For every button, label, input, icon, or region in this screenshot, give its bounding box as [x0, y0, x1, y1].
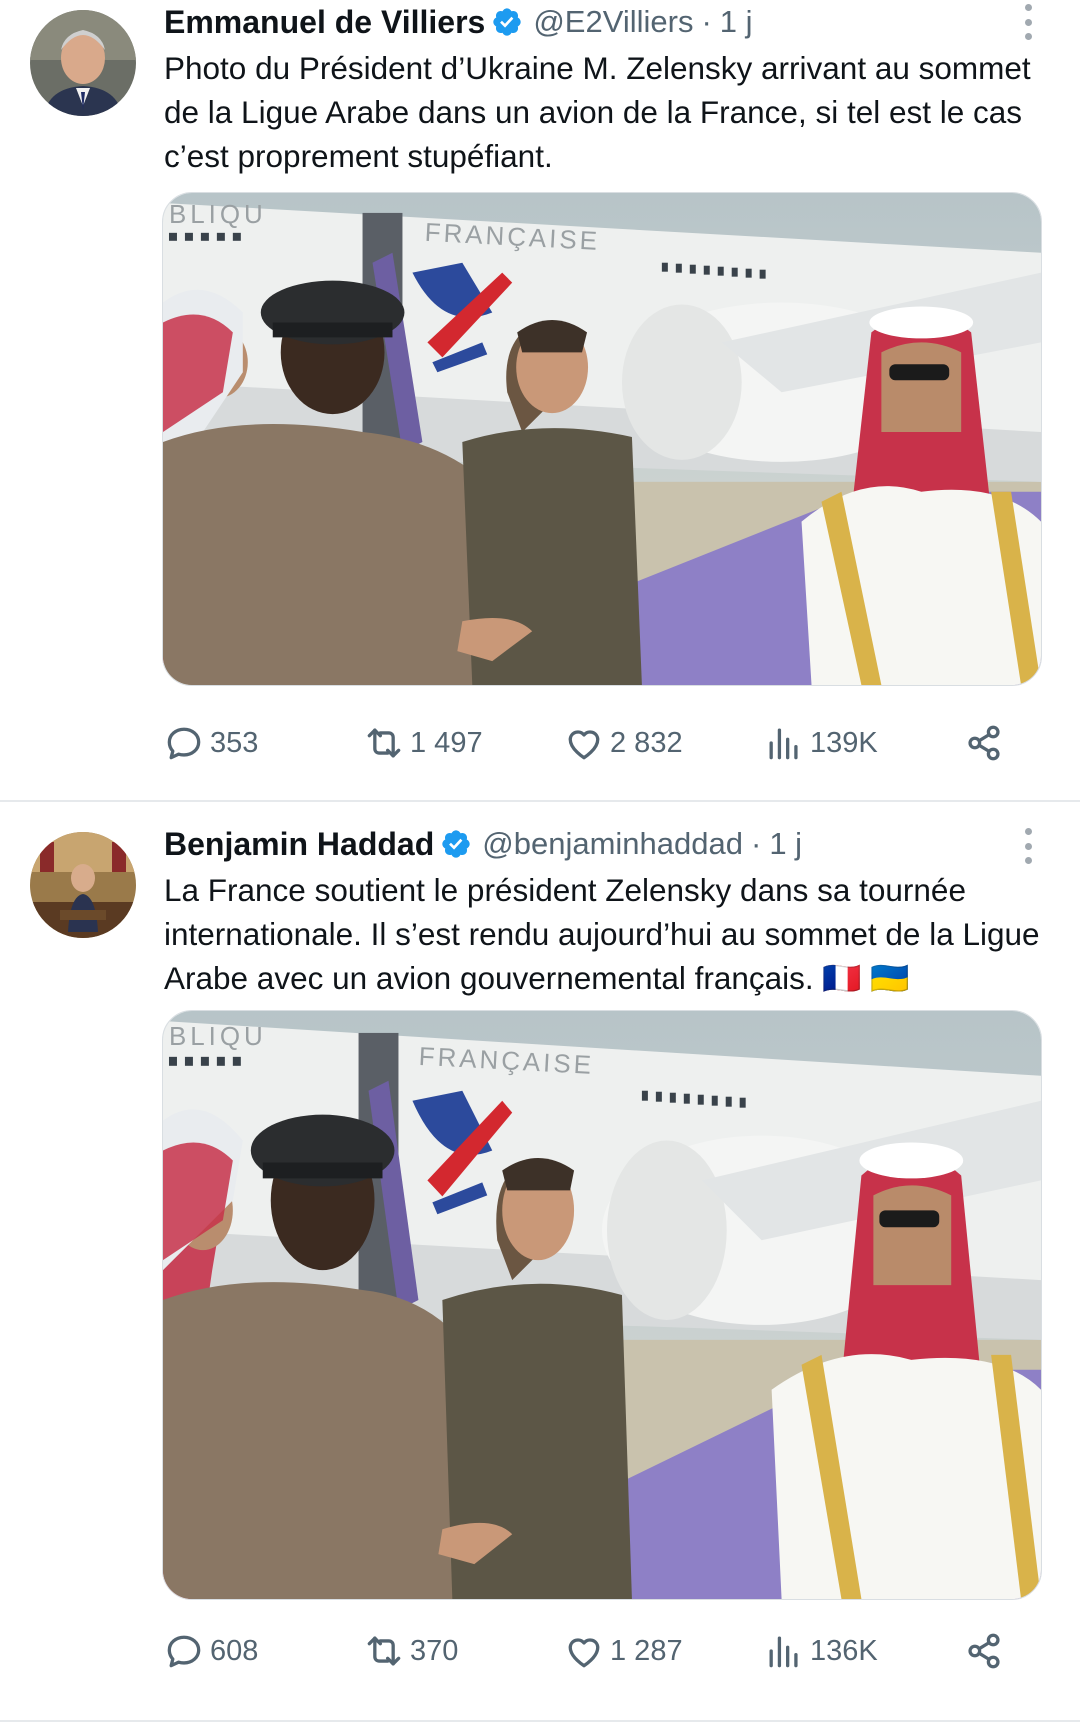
bar-chart-icon: [769, 1636, 798, 1668]
repost-button[interactable]: 1 497: [362, 718, 483, 768]
views-count: 136K: [810, 1634, 878, 1667]
tweet-actions: 353 1 497 2 832 139K: [162, 718, 1012, 768]
like-button[interactable]: 1 287: [562, 1626, 683, 1676]
tweet-actions: 608 370 1 287 136K: [162, 1626, 1012, 1676]
bar-chart-icon: [769, 728, 798, 760]
author-name[interactable]: Emmanuel de Villiers: [164, 4, 485, 41]
reply-button[interactable]: 353: [162, 718, 258, 768]
tweet-photo[interactable]: BLIQU FRANÇAISE: [162, 1010, 1042, 1600]
views-count: 139K: [810, 726, 878, 759]
photo-lettering: BLIQU: [169, 1023, 267, 1051]
reply-button[interactable]: 608: [162, 1626, 258, 1676]
verified-badge-icon: [442, 830, 470, 858]
share-icon: [968, 725, 1000, 761]
like-button[interactable]: 2 832: [562, 718, 683, 768]
author-handle[interactable]: @E2Villiers: [533, 4, 693, 40]
vertical-dots-icon[interactable]: [1016, 824, 1040, 868]
repost-button[interactable]: 370: [362, 1626, 458, 1676]
share-icon: [968, 1633, 1000, 1669]
tweet-text: La France soutient le président Zelensky…: [164, 872, 1040, 996]
avatar[interactable]: [30, 10, 136, 116]
repost-arrows-icon: [367, 728, 401, 758]
author-handle[interactable]: @benjaminhaddad: [482, 826, 743, 862]
tweet-card[interactable]: Benjamin Haddad @benjaminhaddad · 1 j La…: [0, 802, 1080, 1722]
views-button[interactable]: 139K: [762, 718, 878, 768]
reply-count: 608: [210, 1634, 259, 1667]
heart-icon: [568, 1638, 600, 1668]
repost-count: 370: [410, 1634, 459, 1667]
tweet-header: Emmanuel de Villiers @E2Villiers · 1 j: [164, 2, 753, 42]
speech-bubble-icon: [167, 727, 201, 760]
tweet-card[interactable]: Emmanuel de Villiers @E2Villiers · 1 j P…: [0, 0, 1080, 800]
speech-bubble-icon: [167, 1635, 201, 1668]
repost-count: 1 497: [410, 726, 483, 759]
vertical-dots-icon[interactable]: [1016, 0, 1040, 44]
separator: ·: [750, 826, 762, 861]
avatar[interactable]: [30, 832, 136, 938]
separator: ·: [701, 4, 712, 39]
like-count: 2 832: [610, 726, 683, 759]
photo-lettering: BLIQU: [169, 201, 267, 229]
reply-count: 353: [210, 726, 259, 759]
timestamp[interactable]: 1 j: [769, 826, 802, 862]
divider: [0, 1720, 1080, 1722]
views-button[interactable]: 136K: [762, 1626, 878, 1676]
heart-icon: [568, 730, 600, 760]
tweet-header: Benjamin Haddad @benjaminhaddad · 1 j: [164, 824, 802, 864]
tweet-photo[interactable]: BLIQU FRANÇAISE: [162, 192, 1042, 686]
share-button[interactable]: [962, 718, 1006, 768]
repost-arrows-icon: [367, 1636, 401, 1666]
like-count: 1 287: [610, 1634, 683, 1667]
author-name[interactable]: Benjamin Haddad: [164, 826, 434, 863]
verified-badge-icon: [493, 8, 521, 36]
share-button[interactable]: [962, 1626, 1006, 1676]
tweet-text: Photo du Président d’Ukraine M. Zelensky…: [164, 50, 1031, 174]
timestamp[interactable]: 1 j: [720, 4, 753, 40]
